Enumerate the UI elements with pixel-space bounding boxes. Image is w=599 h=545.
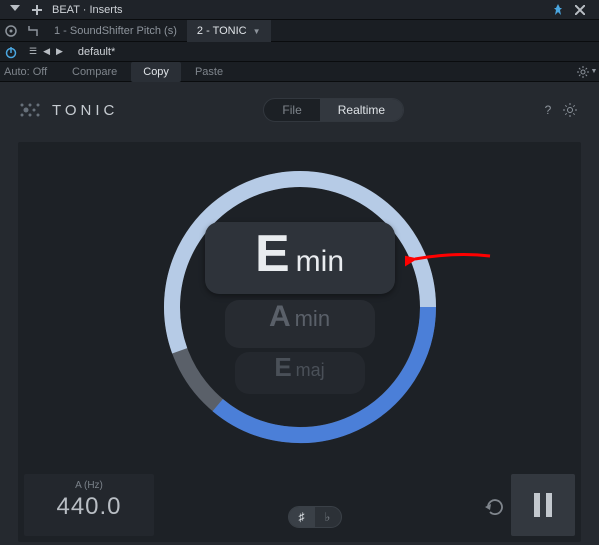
key-secondary-note: A bbox=[269, 300, 291, 334]
key-tertiary-scale: maj bbox=[296, 360, 325, 381]
paste-button[interactable]: Paste bbox=[183, 62, 235, 82]
accidental-sharp[interactable]: ♯ bbox=[289, 507, 315, 527]
pause-icon bbox=[534, 493, 552, 517]
tuning-value: 440.0 bbox=[24, 493, 154, 521]
help-icon[interactable]: ? bbox=[537, 99, 559, 121]
brand-name: TONIC bbox=[52, 102, 118, 119]
copy-button[interactable]: Copy bbox=[131, 62, 181, 82]
brand-logo: TONIC bbox=[18, 101, 118, 119]
auto-toggle[interactable]: Auto: Off bbox=[0, 66, 60, 78]
key-secondary-scale: min bbox=[295, 306, 330, 332]
analysis-stage: E min A min E maj A (Hz) 440.0 ♯ ♭ bbox=[18, 142, 581, 542]
gear-icon[interactable]: ▼ bbox=[575, 66, 599, 78]
tab-2-label: 2 - TONIC bbox=[197, 25, 247, 37]
chevron-down-icon: ▼ bbox=[253, 27, 261, 36]
tab-1[interactable]: 1 - SoundShifter Pitch (s) bbox=[44, 20, 187, 42]
key-tertiary-note: E bbox=[274, 352, 291, 383]
annotation-arrow bbox=[405, 244, 495, 274]
pause-button[interactable] bbox=[511, 474, 575, 536]
preset-prev-icon[interactable]: ◀ bbox=[40, 46, 53, 57]
add-icon[interactable] bbox=[28, 1, 46, 19]
preset-name[interactable]: default* bbox=[78, 46, 115, 58]
compare-button[interactable]: Compare bbox=[60, 62, 129, 82]
route-icon[interactable] bbox=[22, 20, 44, 42]
undo-icon[interactable] bbox=[475, 481, 511, 529]
collapse-icon[interactable] bbox=[6, 1, 24, 19]
svg-text:?: ? bbox=[545, 103, 552, 117]
mode-switch[interactable]: File Realtime bbox=[263, 98, 404, 122]
close-icon[interactable] bbox=[571, 1, 589, 19]
key-primary-note: E bbox=[255, 224, 290, 284]
pin-icon[interactable] bbox=[549, 1, 567, 19]
tuning-label: A (Hz) bbox=[24, 480, 154, 491]
accidental-toggle[interactable]: ♯ ♭ bbox=[288, 506, 342, 528]
key-primary-scale: min bbox=[296, 245, 344, 279]
accidental-flat[interactable]: ♭ bbox=[315, 507, 341, 527]
tab-2[interactable]: 2 - TONIC ▼ bbox=[187, 20, 271, 42]
preset-next-icon[interactable]: ▶ bbox=[53, 46, 66, 57]
tuning-reference[interactable]: A (Hz) 440.0 bbox=[24, 474, 154, 536]
target-icon[interactable] bbox=[0, 20, 22, 42]
key-result-tertiary[interactable]: E maj bbox=[235, 352, 365, 394]
mode-file[interactable]: File bbox=[264, 99, 319, 121]
mode-realtime[interactable]: Realtime bbox=[320, 99, 403, 121]
settings-icon[interactable] bbox=[559, 99, 581, 121]
key-result-primary[interactable]: E min bbox=[205, 222, 395, 294]
power-icon[interactable] bbox=[0, 42, 22, 62]
tab-1-label: 1 - SoundShifter Pitch (s) bbox=[54, 25, 177, 37]
window-title: BEAT · Inserts bbox=[52, 4, 123, 16]
key-result-secondary[interactable]: A min bbox=[225, 300, 375, 348]
preset-menu-icon[interactable]: ☰ bbox=[26, 46, 40, 57]
